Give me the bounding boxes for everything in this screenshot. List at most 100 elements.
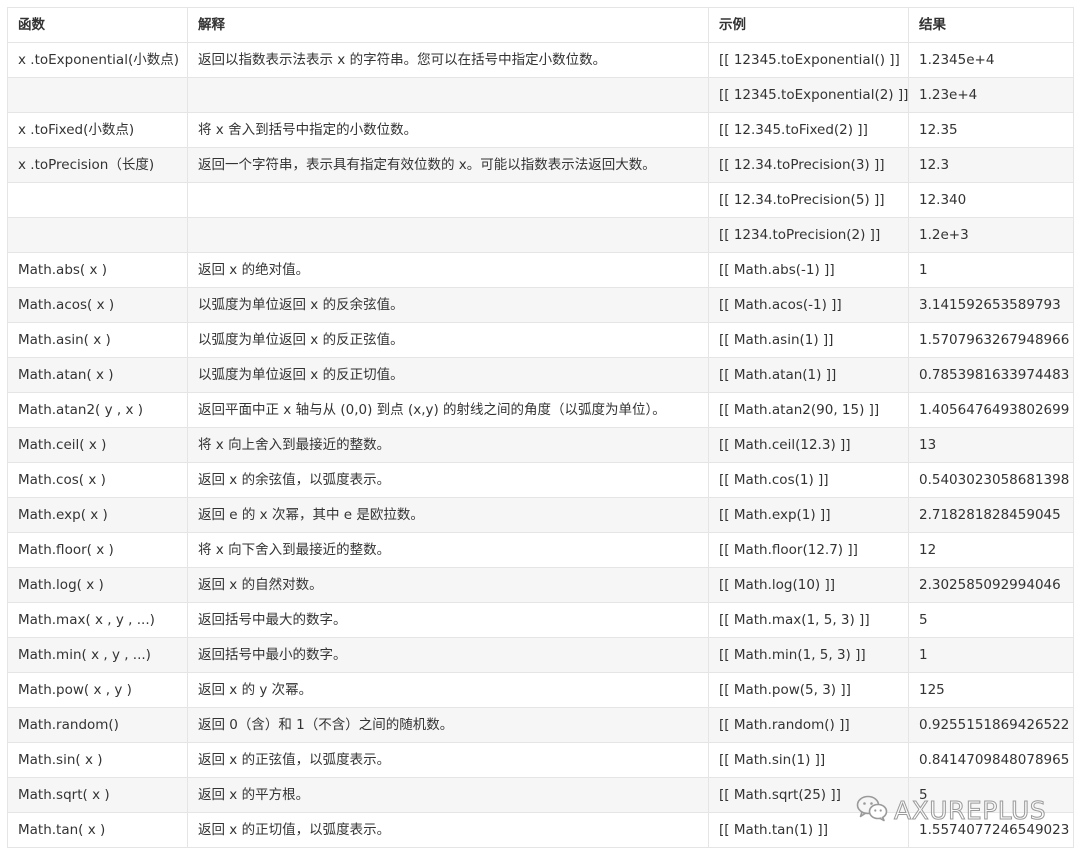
result-cell: 2.718281828459045 — [908, 497, 1074, 533]
explanation-cell: 以弧度为单位返回 x 的反正弦值。 — [187, 322, 709, 358]
function-cell: Math.random() — [7, 707, 188, 743]
function-cell — [7, 182, 188, 218]
example-cell: [[ Math.acos(-1) ]] — [708, 287, 909, 323]
function-cell: Math.acos( x ) — [7, 287, 188, 323]
column-header-example: 示例 — [708, 7, 909, 43]
table-row: Math.log( x ) 返回 x 的自然对数。[[ Math.log(10) … — [7, 567, 1074, 603]
example-cell: [[ Math.atan2(90, 15) ]] — [708, 392, 909, 428]
explanation-cell — [187, 217, 709, 253]
function-cell: Math.log( x ) — [7, 567, 188, 603]
table-row: Math.floor( x ) 将 x 向下舍入到最接近的整数。[[ Math.f… — [7, 532, 1074, 568]
example-cell: [[ 12.34.toPrecision(3) ]] — [708, 147, 909, 183]
function-cell: Math.ceil( x ) — [7, 427, 188, 463]
explanation-cell: 返回 x 的正弦值，以弧度表示。 — [187, 742, 709, 778]
example-cell: [[ 12.345.toFixed(2) ]] — [708, 112, 909, 148]
result-cell: 2.302585092994046 — [908, 567, 1074, 603]
column-header-function: 函数 — [7, 7, 188, 43]
example-cell: [[ Math.exp(1) ]] — [708, 497, 909, 533]
function-cell: x .toPrecision（长度) — [7, 147, 188, 183]
table-row: Math.random() 返回 0（含）和 1（不含）之间的随机数。[[ Mat… — [7, 707, 1074, 743]
example-cell: [[ Math.floor(12.7) ]] — [708, 532, 909, 568]
result-cell: 1.4056476493802699 — [908, 392, 1074, 428]
function-cell: x .toFixed(小数点) — [7, 112, 188, 148]
result-cell: 1.5574077246549023 — [908, 812, 1074, 848]
table-row: Math.acos( x ) 以弧度为单位返回 x 的反余弦值。[[ Math.a… — [7, 287, 1074, 323]
table-row: Math.atan2( y , x ) 返回平面中正 x 轴与从 (0,0) 到点… — [7, 392, 1074, 428]
explanation-cell: 返回 e 的 x 次幂，其中 e 是欧拉数。 — [187, 497, 709, 533]
function-cell: Math.atan( x ) — [7, 357, 188, 393]
example-cell: [[ Math.abs(-1) ]] — [708, 252, 909, 288]
explanation-cell: 以弧度为单位返回 x 的反余弦值。 — [187, 287, 709, 323]
table-row: Math.cos( x ) 返回 x 的余弦值，以弧度表示。[[ Math.cos… — [7, 462, 1074, 498]
table-row: Math.tan( x ) 返回 x 的正切值，以弧度表示。[[ Math.tan… — [7, 812, 1074, 848]
function-cell: Math.asin( x ) — [7, 322, 188, 358]
table-row: x .toFixed(小数点) 将 x 舍入到括号中指定的小数位数。[[ 12.3… — [7, 112, 1074, 148]
explanation-cell: 返回一个字符串，表示具有指定有效位数的 x。可能以指数表示法返回大数。 — [187, 147, 709, 183]
result-cell: 12.340 — [908, 182, 1074, 218]
explanation-cell: 返回 x 的 y 次幂。 — [187, 672, 709, 708]
result-cell: 1.23e+4 — [908, 77, 1074, 113]
function-cell: x .toExponential(小数点) — [7, 42, 188, 78]
example-cell: [[ Math.cos(1) ]] — [708, 462, 909, 498]
result-cell: 0.5403023058681398 — [908, 462, 1074, 498]
example-cell: [[ 12345.toExponential(2) ]] — [708, 77, 909, 113]
function-cell: Math.tan( x ) — [7, 812, 188, 848]
table-row: Math.max( x , y , ...) 返回括号中最大的数字。[[ Math… — [7, 602, 1074, 638]
result-cell: 0.9255151869426522 — [908, 707, 1074, 743]
explanation-cell: 返回以指数表示法表示 x 的字符串。您可以在括号中指定小数位数。 — [187, 42, 709, 78]
explanation-cell: 返回 x 的绝对值。 — [187, 252, 709, 288]
result-cell: 1 — [908, 252, 1074, 288]
function-cell: Math.floor( x ) — [7, 532, 188, 568]
example-cell: [[ Math.asin(1) ]] — [708, 322, 909, 358]
function-reference: 函数 解释 示例 结果 x .toExponential(小数点) 返回以指数表示… — [7, 7, 1074, 848]
example-cell: [[ 12345.toExponential() ]] — [708, 42, 909, 78]
function-cell — [7, 217, 188, 253]
explanation-cell: 将 x 向下舍入到最接近的整数。 — [187, 532, 709, 568]
result-cell: 13 — [908, 427, 1074, 463]
table-row: [[ 12.34.toPrecision(5) ]] 12.340 — [7, 182, 1074, 218]
table-row: Math.ceil( x ) 将 x 向上舍入到最接近的整数。[[ Math.ce… — [7, 427, 1074, 463]
table-row: [[ 12345.toExponential(2) ]] 1.23e+4 — [7, 77, 1074, 113]
table-header: 函数 解释 示例 结果 — [7, 7, 1074, 43]
example-cell: [[ Math.log(10) ]] — [708, 567, 909, 603]
result-cell: 5 — [908, 777, 1074, 813]
function-cell: Math.sin( x ) — [7, 742, 188, 778]
function-cell: Math.atan2( y , x ) — [7, 392, 188, 428]
result-cell: 1.2e+3 — [908, 217, 1074, 253]
example-cell: [[ Math.sqrt(25) ]] — [708, 777, 909, 813]
header-row: 函数 解释 示例 结果 — [7, 7, 1074, 43]
column-header-explanation: 解释 — [187, 7, 709, 43]
explanation-cell: 返回 x 的正切值，以弧度表示。 — [187, 812, 709, 848]
example-cell: [[ Math.sin(1) ]] — [708, 742, 909, 778]
explanation-cell: 返回 x 的平方根。 — [187, 777, 709, 813]
example-cell: [[ Math.random() ]] — [708, 707, 909, 743]
table-row: Math.atan( x ) 以弧度为单位返回 x 的反正切值。[[ Math.a… — [7, 357, 1074, 393]
result-cell: 1 — [908, 637, 1074, 673]
function-cell — [7, 77, 188, 113]
table-row: [[ 1234.toPrecision(2) ]] 1.2e+3 — [7, 217, 1074, 253]
table-body: x .toExponential(小数点) 返回以指数表示法表示 x 的字符串。您… — [7, 42, 1074, 848]
example-cell: [[ Math.min(1, 5, 3) ]] — [708, 637, 909, 673]
function-cell: Math.sqrt( x ) — [7, 777, 188, 813]
function-cell: Math.abs( x ) — [7, 252, 188, 288]
column-header-result: 结果 — [908, 7, 1074, 43]
function-cell: Math.cos( x ) — [7, 462, 188, 498]
example-cell: [[ Math.max(1, 5, 3) ]] — [708, 602, 909, 638]
result-cell: 1.2345e+4 — [908, 42, 1074, 78]
explanation-cell: 返回括号中最大的数字。 — [187, 602, 709, 638]
explanation-cell: 将 x 向上舍入到最接近的整数。 — [187, 427, 709, 463]
table-row: x .toExponential(小数点) 返回以指数表示法表示 x 的字符串。您… — [7, 42, 1074, 78]
explanation-cell: 返回平面中正 x 轴与从 (0,0) 到点 (x,y) 的射线之间的角度（以弧度… — [187, 392, 709, 428]
example-cell: [[ Math.tan(1) ]] — [708, 812, 909, 848]
example-cell: [[ 1234.toPrecision(2) ]] — [708, 217, 909, 253]
explanation-cell: 返回 x 的余弦值，以弧度表示。 — [187, 462, 709, 498]
table-row: x .toPrecision（长度) 返回一个字符串，表示具有指定有效位数的 x。… — [7, 147, 1074, 183]
example-cell: [[ Math.ceil(12.3) ]] — [708, 427, 909, 463]
function-cell: Math.max( x , y , ...) — [7, 602, 188, 638]
table-row: Math.pow( x , y ) 返回 x 的 y 次幂。[[ Math.pow… — [7, 672, 1074, 708]
function-cell: Math.pow( x , y ) — [7, 672, 188, 708]
example-cell: [[ Math.atan(1) ]] — [708, 357, 909, 393]
function-cell: Math.min( x , y , ...) — [7, 637, 188, 673]
table-row: Math.sin( x ) 返回 x 的正弦值，以弧度表示。[[ Math.sin… — [7, 742, 1074, 778]
example-cell: [[ 12.34.toPrecision(5) ]] — [708, 182, 909, 218]
